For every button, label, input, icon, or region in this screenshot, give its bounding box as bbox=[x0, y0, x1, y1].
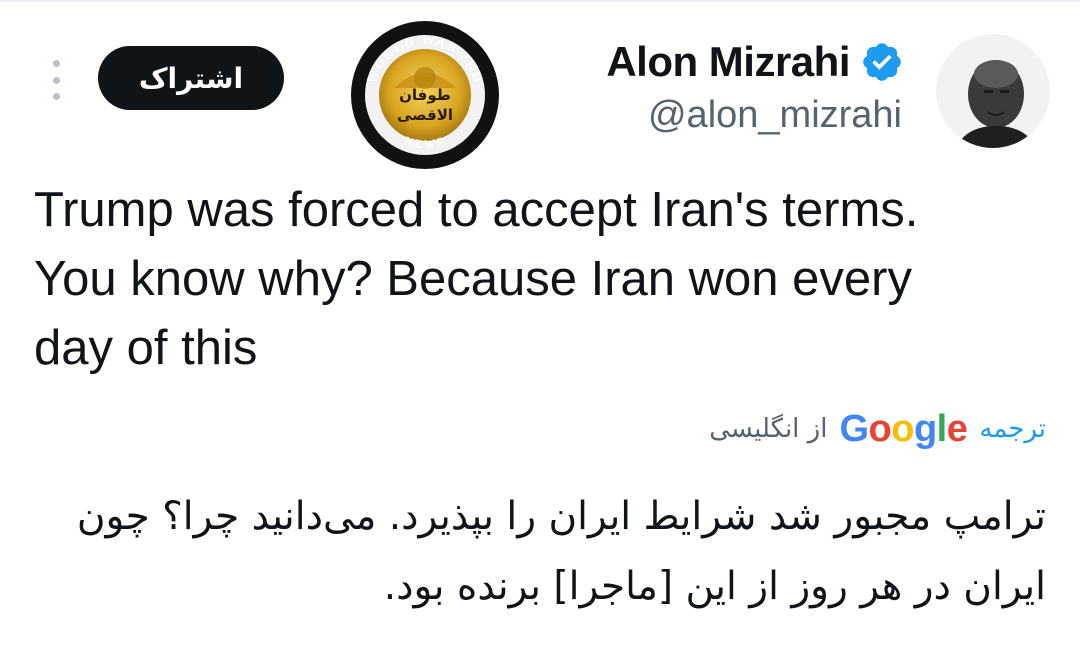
tweet-text: Trump was forced to accept Iran's terms.… bbox=[34, 183, 919, 375]
svg-text:طوفان: طوفان bbox=[399, 86, 451, 104]
translate-link[interactable]: ترجمه bbox=[979, 414, 1046, 444]
translated-text: ترامپ مجبور شد شرایط ایران را بپذیرد. می… bbox=[76, 494, 1046, 609]
source-language-label: از انگلیسی bbox=[709, 414, 828, 444]
subscribe-button[interactable]: اشتراک bbox=[98, 46, 284, 110]
verified-badge-icon bbox=[863, 43, 901, 81]
translation-bar: ترجمه Google از انگلیسی bbox=[709, 404, 1046, 454]
tweet-screenshot: اشتراک WORLD WAR 3RD NEWS طوفان الاقصى A… bbox=[0, 0, 1080, 672]
author-name-row[interactable]: Alon Mizrahi bbox=[606, 38, 904, 86]
author-handle[interactable]: @alon_mizrahi bbox=[648, 94, 902, 137]
top-divider bbox=[0, 0, 1080, 2]
author-name[interactable]: Alon Mizrahi bbox=[606, 38, 850, 86]
avatar[interactable] bbox=[936, 34, 1050, 148]
google-logo: Google bbox=[839, 407, 968, 450]
svg-text:الاقصى: الاقصى bbox=[397, 106, 453, 124]
world-war-news-badge-logo: WORLD WAR 3RD NEWS طوفان الاقصى bbox=[351, 21, 499, 169]
vertical-ellipsis-icon[interactable] bbox=[46, 60, 66, 100]
